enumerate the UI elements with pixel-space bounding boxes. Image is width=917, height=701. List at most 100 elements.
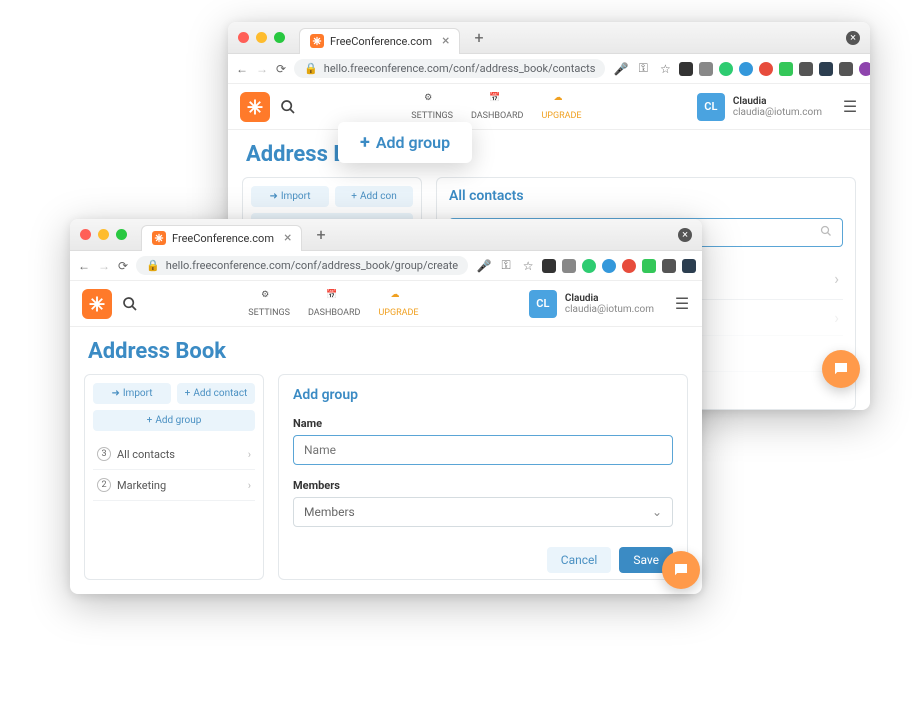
star-icon[interactable]: ☆ bbox=[520, 258, 536, 274]
extension-icon[interactable] bbox=[819, 62, 833, 76]
app-logo-icon[interactable] bbox=[240, 92, 270, 122]
star-icon[interactable]: ☆ bbox=[657, 61, 673, 77]
nav-settings[interactable]: ⚙ SETTINGS bbox=[248, 290, 290, 318]
hamburger-menu-icon[interactable]: ☰ bbox=[842, 99, 858, 115]
cancel-button[interactable]: Cancel bbox=[547, 547, 612, 573]
profile-avatar-icon[interactable] bbox=[859, 62, 870, 76]
favicon-icon bbox=[310, 34, 324, 48]
url-field[interactable]: 🔒 hello.freeconference.com/conf/address_… bbox=[294, 59, 605, 78]
forward-icon[interactable]: → bbox=[98, 258, 110, 274]
user-menu[interactable]: CL Claudia claudia@iotum.com bbox=[697, 93, 822, 121]
reload-icon[interactable]: ⟳ bbox=[276, 61, 286, 77]
sidebar-list: 3 All contacts › 2 Marketing › bbox=[93, 439, 255, 501]
extension-icon[interactable] bbox=[622, 259, 636, 273]
key-icon[interactable]: ⚿ bbox=[635, 61, 651, 77]
key-icon[interactable]: ⚿ bbox=[498, 258, 514, 274]
minimize-window-button[interactable] bbox=[98, 229, 109, 240]
back-icon[interactable]: ← bbox=[78, 258, 90, 274]
close-window-button[interactable] bbox=[80, 229, 91, 240]
members-label: Members bbox=[293, 479, 673, 492]
user-avatar: CL bbox=[697, 93, 725, 121]
extension-icon[interactable] bbox=[582, 259, 596, 273]
tab-title: FreeConference.com bbox=[330, 35, 432, 48]
browser-tab[interactable]: FreeConference.com × bbox=[299, 28, 460, 54]
forward-icon[interactable]: → bbox=[256, 61, 268, 77]
window-menu-icon[interactable]: × bbox=[846, 31, 860, 45]
user-email: claudia@iotum.com bbox=[733, 107, 822, 118]
nav-upgrade[interactable]: ☁ UPGRADE bbox=[541, 93, 581, 121]
gear-icon: ⚙ bbox=[261, 290, 277, 306]
search-icon[interactable] bbox=[280, 99, 296, 115]
close-window-button[interactable] bbox=[238, 32, 249, 43]
favicon-icon bbox=[152, 231, 166, 245]
import-button[interactable]: ➜ Import bbox=[93, 383, 171, 404]
app-logo-icon[interactable] bbox=[82, 289, 112, 319]
extension-icon[interactable] bbox=[799, 62, 813, 76]
window-menu-icon[interactable]: × bbox=[678, 228, 692, 242]
close-tab-icon[interactable]: × bbox=[284, 230, 291, 246]
page-title: Address Book bbox=[70, 327, 702, 374]
extension-icon[interactable] bbox=[719, 62, 733, 76]
panel-actions: Cancel Save bbox=[293, 527, 673, 573]
reload-icon[interactable]: ⟳ bbox=[118, 258, 128, 274]
chat-widget-button[interactable] bbox=[822, 350, 860, 388]
back-icon[interactable]: ← bbox=[236, 61, 248, 77]
chevron-right-icon: › bbox=[834, 269, 839, 288]
tab-title: FreeConference.com bbox=[172, 232, 274, 245]
add-contact-button[interactable]: + Add con bbox=[335, 186, 413, 207]
import-button[interactable]: ➜ Import bbox=[251, 186, 329, 207]
new-tab-button[interactable]: + bbox=[316, 225, 325, 244]
calendar-icon: 📅 bbox=[489, 93, 505, 109]
nav-upgrade[interactable]: ☁ UPGRADE bbox=[378, 290, 418, 318]
mic-icon[interactable]: 🎤 bbox=[476, 258, 492, 274]
sidebar: ➜ Import + Add contact + Add group 3 All… bbox=[84, 374, 264, 580]
extension-icon[interactable] bbox=[739, 62, 753, 76]
group-name-input[interactable] bbox=[293, 435, 673, 465]
address-bar: ← → ⟳ 🔒 hello.freeconference.com/conf/ad… bbox=[70, 251, 702, 281]
count-badge: 2 bbox=[97, 478, 111, 492]
url-text: hello.freeconference.com/conf/address_bo… bbox=[166, 259, 458, 272]
lock-icon: 🔒 bbox=[304, 62, 318, 75]
extension-icon[interactable] bbox=[542, 259, 556, 273]
extension-icon[interactable] bbox=[779, 62, 793, 76]
chevron-right-icon: › bbox=[248, 448, 251, 461]
mic-icon[interactable]: 🎤 bbox=[613, 61, 629, 77]
extension-icon[interactable] bbox=[682, 259, 696, 273]
gear-icon: ⚙ bbox=[424, 93, 440, 109]
extension-icon[interactable] bbox=[679, 62, 693, 76]
plus-icon: + bbox=[147, 415, 153, 426]
cloud-upload-icon: ☁ bbox=[391, 290, 407, 306]
url-field[interactable]: 🔒 hello.freeconference.com/conf/address_… bbox=[136, 256, 468, 275]
chat-widget-button[interactable] bbox=[662, 551, 700, 589]
extension-icon[interactable] bbox=[642, 259, 656, 273]
add-group-button[interactable]: + Add group bbox=[93, 410, 255, 431]
page-title: Address Book bbox=[228, 130, 870, 177]
user-menu[interactable]: CL Claudia claudia@iotum.com bbox=[529, 290, 654, 318]
puzzle-icon[interactable] bbox=[839, 62, 853, 76]
sidebar-item-marketing[interactable]: 2 Marketing › bbox=[93, 470, 255, 501]
extension-icon[interactable] bbox=[662, 259, 676, 273]
add-contact-button[interactable]: + Add contact bbox=[177, 383, 255, 404]
maximize-window-button[interactable] bbox=[274, 32, 285, 43]
sidebar-item-all-contacts[interactable]: 3 All contacts › bbox=[93, 439, 255, 470]
browser-window-front: FreeConference.com × + × ← → ⟳ 🔒 hello.f… bbox=[70, 219, 702, 594]
members-select[interactable]: Members ⌄ bbox=[293, 497, 673, 527]
maximize-window-button[interactable] bbox=[116, 229, 127, 240]
nav-settings[interactable]: ⚙ SETTINGS bbox=[411, 93, 453, 121]
address-bar: ← → ⟳ 🔒 hello.freeconference.com/conf/ad… bbox=[228, 54, 870, 84]
new-tab-button[interactable]: + bbox=[474, 28, 483, 47]
extension-icon[interactable] bbox=[602, 259, 616, 273]
extension-icon[interactable] bbox=[562, 259, 576, 273]
nav-dashboard[interactable]: 📅 DASHBOARD bbox=[471, 93, 523, 121]
minimize-window-button[interactable] bbox=[256, 32, 267, 43]
nav-dashboard[interactable]: 📅 DASHBOARD bbox=[308, 290, 360, 318]
extension-icon[interactable] bbox=[759, 62, 773, 76]
search-icon[interactable] bbox=[122, 296, 138, 312]
hamburger-menu-icon[interactable]: ☰ bbox=[674, 296, 690, 312]
close-tab-icon[interactable]: × bbox=[442, 33, 449, 49]
plus-icon: + bbox=[360, 132, 370, 153]
search-icon bbox=[820, 225, 832, 240]
browser-tab[interactable]: FreeConference.com × bbox=[141, 225, 302, 251]
header-nav: ⚙ SETTINGS 📅 DASHBOARD ☁ UPGRADE bbox=[411, 93, 581, 121]
extension-icon[interactable] bbox=[699, 62, 713, 76]
